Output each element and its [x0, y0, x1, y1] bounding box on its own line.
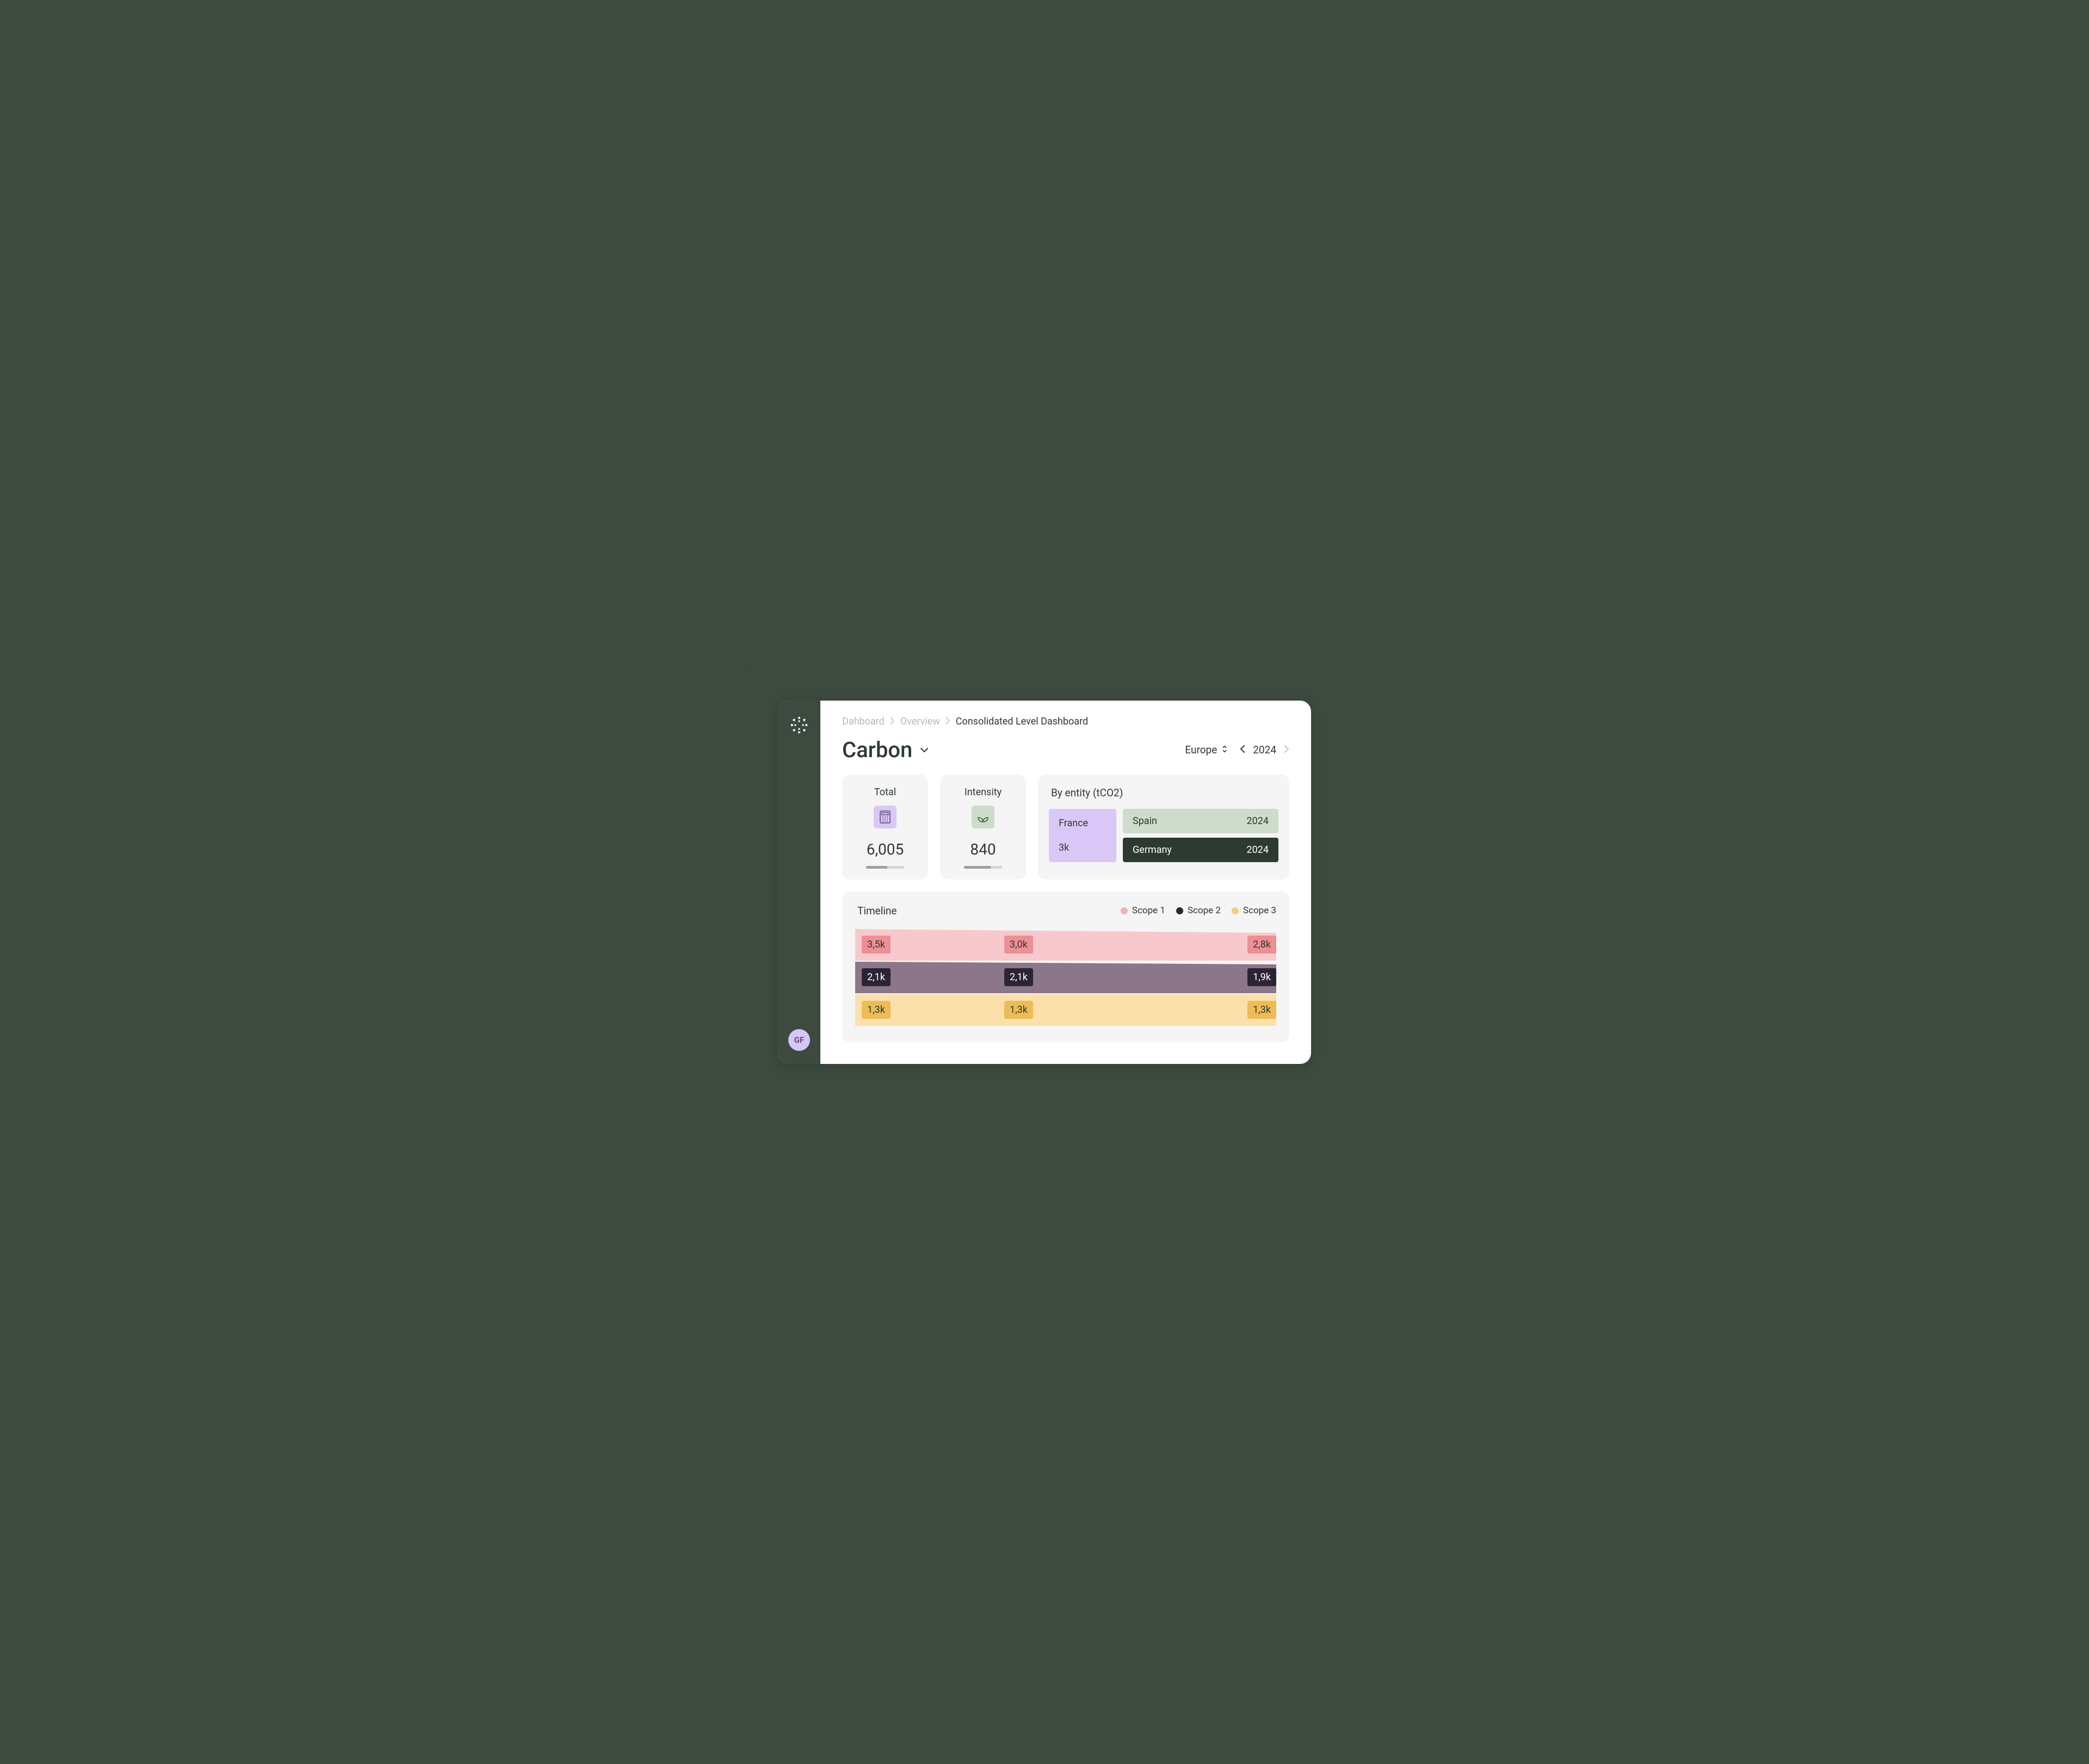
entity-grid: France 3k Spain 2024 Germany 2024 [1049, 809, 1278, 862]
metric-label: Intensity [965, 787, 1002, 798]
cards-row: Total 6,005 Intensity 840 By e [842, 775, 1289, 880]
breadcrumb: Dahboard Overview Consolidated Level Das… [842, 716, 1289, 727]
year-next-button[interactable] [1284, 744, 1289, 756]
plant-icon [972, 806, 994, 828]
entity-value: 3k [1059, 842, 1107, 853]
sort-icon [1221, 744, 1228, 756]
timeline-card: Timeline Scope 1 Scope 2 Scope 3 3,5k 3,… [842, 892, 1289, 1042]
metric-value: 840 [970, 840, 996, 858]
region-label: Europe [1185, 744, 1217, 756]
data-label: 3,5k [862, 936, 891, 954]
timeline-row-scope1: 3,5k 3,0k 2,8k [855, 929, 1276, 961]
entity-name: Spain [1133, 815, 1157, 827]
entity-rows: Spain 2024 Germany 2024 [1123, 809, 1278, 862]
entity-year: 2024 [1247, 844, 1269, 856]
metric-value: 6,005 [867, 840, 904, 858]
data-label: 3,0k [1004, 936, 1033, 954]
title-row: Carbon Europe [842, 737, 1289, 763]
data-label: 2,1k [1004, 968, 1033, 986]
dot-icon [1121, 907, 1128, 914]
year-value: 2024 [1253, 744, 1276, 756]
breadcrumb-item-current: Consolidated Level Dashboard [956, 716, 1088, 727]
intensity-card[interactable]: Intensity 840 [940, 775, 1026, 880]
year-navigator: 2024 [1240, 744, 1289, 756]
avatar[interactable]: GF [788, 1029, 810, 1051]
timeline-row-scope3: 1,3k 1,3k 1,3k [855, 994, 1276, 1026]
page-title: Carbon [842, 737, 912, 763]
sidebar: GF [778, 701, 820, 1064]
legend-scope1: Scope 1 [1121, 905, 1165, 916]
timeline-title: Timeline [855, 905, 897, 917]
timeline-chart: 3,5k 3,0k 2,8k 2,1k 2,1k 1,9k [855, 929, 1276, 1026]
title-dropdown[interactable]: Carbon [842, 737, 929, 763]
entity-name: Germany [1133, 844, 1172, 856]
region-selector[interactable]: Europe [1185, 744, 1228, 756]
app-window: GF Dahboard Overview Consolidated Level … [778, 701, 1311, 1064]
entity-primary[interactable]: France 3k [1049, 809, 1116, 862]
app-logo-icon[interactable] [788, 714, 811, 736]
breadcrumb-item[interactable]: Dahboard [842, 716, 885, 727]
entity-title: By entity (tCO2) [1049, 787, 1278, 799]
timeline-header: Timeline Scope 1 Scope 2 Scope 3 [855, 905, 1276, 917]
dot-icon [1176, 907, 1183, 914]
chevron-right-icon [945, 716, 950, 727]
metric-progress [866, 866, 904, 869]
data-label: 1,9k [1247, 968, 1276, 986]
metric-label: Total [874, 787, 896, 798]
main-content: Dahboard Overview Consolidated Level Das… [820, 701, 1311, 1064]
legend: Scope 1 Scope 2 Scope 3 [1121, 905, 1276, 916]
dot-icon [1232, 907, 1239, 914]
entity-year: 2024 [1247, 815, 1269, 827]
header-controls: Europe 2024 [1185, 744, 1289, 756]
data-label: 1,3k [1247, 1001, 1276, 1019]
data-label: 1,3k [1004, 1001, 1033, 1019]
chevron-right-icon [890, 716, 895, 727]
data-label: 2,1k [862, 968, 891, 986]
entity-name: France [1059, 818, 1107, 829]
metric-progress [964, 866, 1002, 869]
legend-scope2: Scope 2 [1176, 905, 1221, 916]
entity-card: By entity (tCO2) France 3k Spain 2024 [1038, 775, 1289, 880]
entity-row-spain[interactable]: Spain 2024 [1123, 809, 1278, 833]
chevron-down-icon [920, 745, 929, 755]
year-prev-button[interactable] [1240, 744, 1245, 756]
total-card[interactable]: Total 6,005 [842, 775, 928, 880]
calculator-icon [874, 806, 897, 828]
avatar-initials: GF [794, 1035, 804, 1045]
data-label: 2,8k [1247, 936, 1276, 954]
data-label: 1,3k [862, 1001, 891, 1019]
entity-row-germany[interactable]: Germany 2024 [1123, 838, 1278, 862]
desktop-frame: GF Dahboard Overview Consolidated Level … [745, 657, 1344, 1107]
timeline-row-scope2: 2,1k 2,1k 1,9k [855, 962, 1276, 993]
breadcrumb-item[interactable]: Overview [900, 716, 940, 727]
legend-scope3: Scope 3 [1232, 905, 1276, 916]
